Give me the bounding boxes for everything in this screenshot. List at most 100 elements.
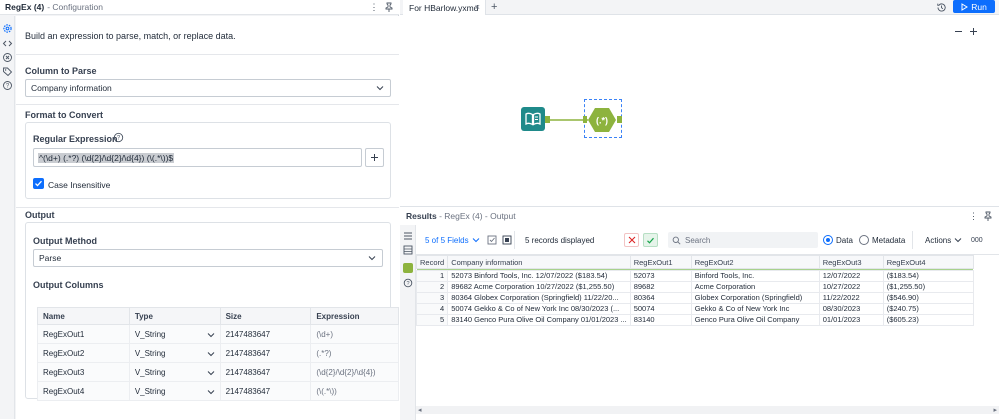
- add-expression-button[interactable]: [365, 148, 384, 167]
- output-method-select[interactable]: Parse: [33, 249, 383, 267]
- pin-icon[interactable]: [983, 211, 993, 221]
- regexout4-cell[interactable]: ($546.90): [882, 292, 974, 304]
- data-radio[interactable]: Data: [823, 233, 853, 247]
- edit-fields-icon[interactable]: [487, 233, 497, 247]
- fields-selector[interactable]: 5 of 5 Fields: [425, 233, 480, 247]
- code-icon[interactable]: [2, 38, 13, 49]
- table-row[interactable]: 4 50074 Gekko & Co of New York Inc 08/30…: [415, 303, 974, 315]
- hide-fields-icon[interactable]: [502, 233, 512, 247]
- scroll-left-icon[interactable]: ◂: [418, 406, 422, 414]
- table-row[interactable]: 3 80364 Globex Corporation (Springfield)…: [415, 292, 974, 304]
- regex-input[interactable]: ^(\d+) (.*?) (\d{2}/\d{2}/\d{4}) (\(.*\)…: [33, 148, 362, 167]
- actions-menu[interactable]: Actions: [925, 233, 962, 247]
- column-header[interactable]: RegExOut1: [629, 255, 692, 269]
- table-row[interactable]: 2 89682 Acme Corporation 10/27/2022 ($1,…: [415, 281, 974, 293]
- regex-label: Regular Expression: [33, 134, 118, 144]
- horizontal-scrollbar[interactable]: ◂ ▸: [416, 406, 999, 414]
- column-size-cell[interactable]: 2147483647: [219, 324, 312, 344]
- close-icon[interactable]: ×: [475, 2, 480, 12]
- regexout3-cell[interactable]: 08/30/2023: [818, 303, 884, 315]
- regexout1-cell[interactable]: 83140: [629, 314, 692, 326]
- more-options-icon[interactable]: ⋮: [369, 2, 379, 12]
- table-row[interactable]: 5 83140 Genco Pura Olive Oil Company 01/…: [415, 314, 974, 326]
- workflow-canvas[interactable]: (.*): [400, 16, 999, 202]
- help-icon[interactable]: ?: [403, 278, 413, 288]
- tab-workflow[interactable]: For HBarlow.yxmd ×: [403, 0, 486, 15]
- zoom-out-icon[interactable]: [954, 27, 963, 36]
- column-type-select[interactable]: V_String: [128, 343, 221, 363]
- metadata-radio[interactable]: Metadata: [859, 233, 905, 247]
- table-icon[interactable]: [403, 245, 413, 255]
- regexout1-cell[interactable]: 52073: [629, 270, 692, 282]
- pin-icon[interactable]: [384, 2, 394, 12]
- column-name-cell[interactable]: RegExOut3: [37, 362, 130, 382]
- column-header[interactable]: RegExOut3: [818, 255, 884, 269]
- table-row[interactable]: 1 52073 Binford Tools, Inc. 12/07/2022 (…: [415, 270, 974, 282]
- regex-tool[interactable]: (.*): [588, 107, 616, 133]
- column-name-cell[interactable]: RegExOut4: [37, 381, 130, 401]
- search-input[interactable]: Search: [668, 232, 818, 248]
- zoom-in-icon[interactable]: [969, 27, 978, 36]
- table-row[interactable]: RegExOut4 V_String 2147483647 (\(.*\)): [37, 381, 399, 401]
- column-size-cell[interactable]: 2147483647: [219, 381, 312, 401]
- help-icon[interactable]: ?: [113, 132, 124, 143]
- apply-filter-button[interactable]: [643, 233, 658, 247]
- regexout2-cell[interactable]: Binford Tools, Inc.: [690, 270, 820, 282]
- column-name-cell[interactable]: RegExOut2: [37, 343, 130, 363]
- output-columns-label: Output Columns: [33, 280, 104, 290]
- regexout1-cell[interactable]: 89682: [629, 281, 692, 293]
- regexout4-cell[interactable]: ($183.54): [882, 270, 974, 282]
- help-icon[interactable]: ?: [2, 80, 13, 91]
- company-cell[interactable]: 83140 Genco Pura Olive Oil Company 01/01…: [447, 314, 631, 326]
- history-icon[interactable]: [936, 2, 947, 13]
- column-type-select[interactable]: V_String: [128, 324, 221, 344]
- regexout4-cell[interactable]: ($240.75): [882, 303, 974, 315]
- table-row[interactable]: RegExOut2 V_String 2147483647 (.*?): [37, 343, 399, 363]
- company-cell[interactable]: 80364 Globex Corporation (Springfield) 1…: [447, 292, 631, 304]
- data-view-icon[interactable]: [403, 263, 413, 273]
- regexout4-cell[interactable]: ($1,255.50): [882, 281, 974, 293]
- close-circle-icon[interactable]: [2, 52, 13, 63]
- table-row[interactable]: RegExOut3 V_String 2147483647 (\d{2}/\d{…: [37, 362, 399, 382]
- column-name-cell[interactable]: RegExOut1: [37, 324, 130, 344]
- more-options-icon[interactable]: ⋮: [969, 211, 978, 222]
- column-size-cell[interactable]: 2147483647: [219, 343, 312, 363]
- gear-icon[interactable]: [2, 23, 13, 34]
- case-insensitive-checkbox[interactable]: [33, 178, 44, 189]
- column-header[interactable]: Company information: [447, 255, 631, 269]
- input-data-tool[interactable]: [521, 107, 545, 131]
- regexout1-cell[interactable]: 80364: [629, 292, 692, 304]
- column-header[interactable]: RegExOut4: [882, 255, 974, 269]
- regexout1-cell[interactable]: 50074: [629, 303, 692, 315]
- regexout2-cell[interactable]: Acme Corporation: [690, 281, 820, 293]
- table-row[interactable]: RegExOut1 V_String 2147483647 (\d+): [37, 324, 399, 344]
- scroll-right-icon[interactable]: ▸: [993, 406, 997, 414]
- regexout3-cell[interactable]: 11/22/2022: [818, 292, 884, 304]
- regexout4-cell[interactable]: ($605.23): [882, 314, 974, 326]
- column-to-parse-select[interactable]: Company information: [25, 79, 391, 97]
- company-cell[interactable]: 89682 Acme Corporation 10/27/2022 ($1,25…: [447, 281, 631, 293]
- column-header[interactable]: Record: [415, 255, 449, 269]
- regexout2-cell[interactable]: Gekko & Co of New York Inc: [690, 303, 820, 315]
- regexout3-cell[interactable]: 10/27/2022: [818, 281, 884, 293]
- regexout2-cell[interactable]: Globex Corporation (Springfield): [690, 292, 820, 304]
- column-type-select[interactable]: V_String: [128, 381, 221, 401]
- new-tab-button[interactable]: +: [491, 1, 497, 13]
- regexout3-cell[interactable]: 01/01/2023: [818, 314, 884, 326]
- company-cell[interactable]: 50074 Gekko & Co of New York Inc 08/30/2…: [447, 303, 631, 315]
- column-header[interactable]: RegExOut2: [690, 255, 820, 269]
- output-anchor[interactable]: [545, 116, 550, 123]
- clear-filter-button[interactable]: [624, 233, 639, 247]
- column-size-cell[interactable]: 2147483647: [219, 362, 312, 382]
- regexout2-cell[interactable]: Genco Pura Olive Oil Company: [690, 314, 820, 326]
- column-type-select[interactable]: V_String: [128, 362, 221, 382]
- run-button[interactable]: Run: [953, 0, 995, 13]
- overflow-icon[interactable]: 000: [971, 233, 983, 247]
- input-anchor[interactable]: [583, 116, 587, 123]
- output-label: Output: [25, 210, 55, 220]
- list-icon[interactable]: [403, 231, 413, 241]
- company-cell[interactable]: 52073 Binford Tools, Inc. 12/07/2022 ($1…: [447, 270, 631, 282]
- tag-icon[interactable]: [2, 66, 13, 77]
- regexout3-cell[interactable]: 12/07/2022: [818, 270, 884, 282]
- output-anchor[interactable]: [617, 116, 622, 123]
